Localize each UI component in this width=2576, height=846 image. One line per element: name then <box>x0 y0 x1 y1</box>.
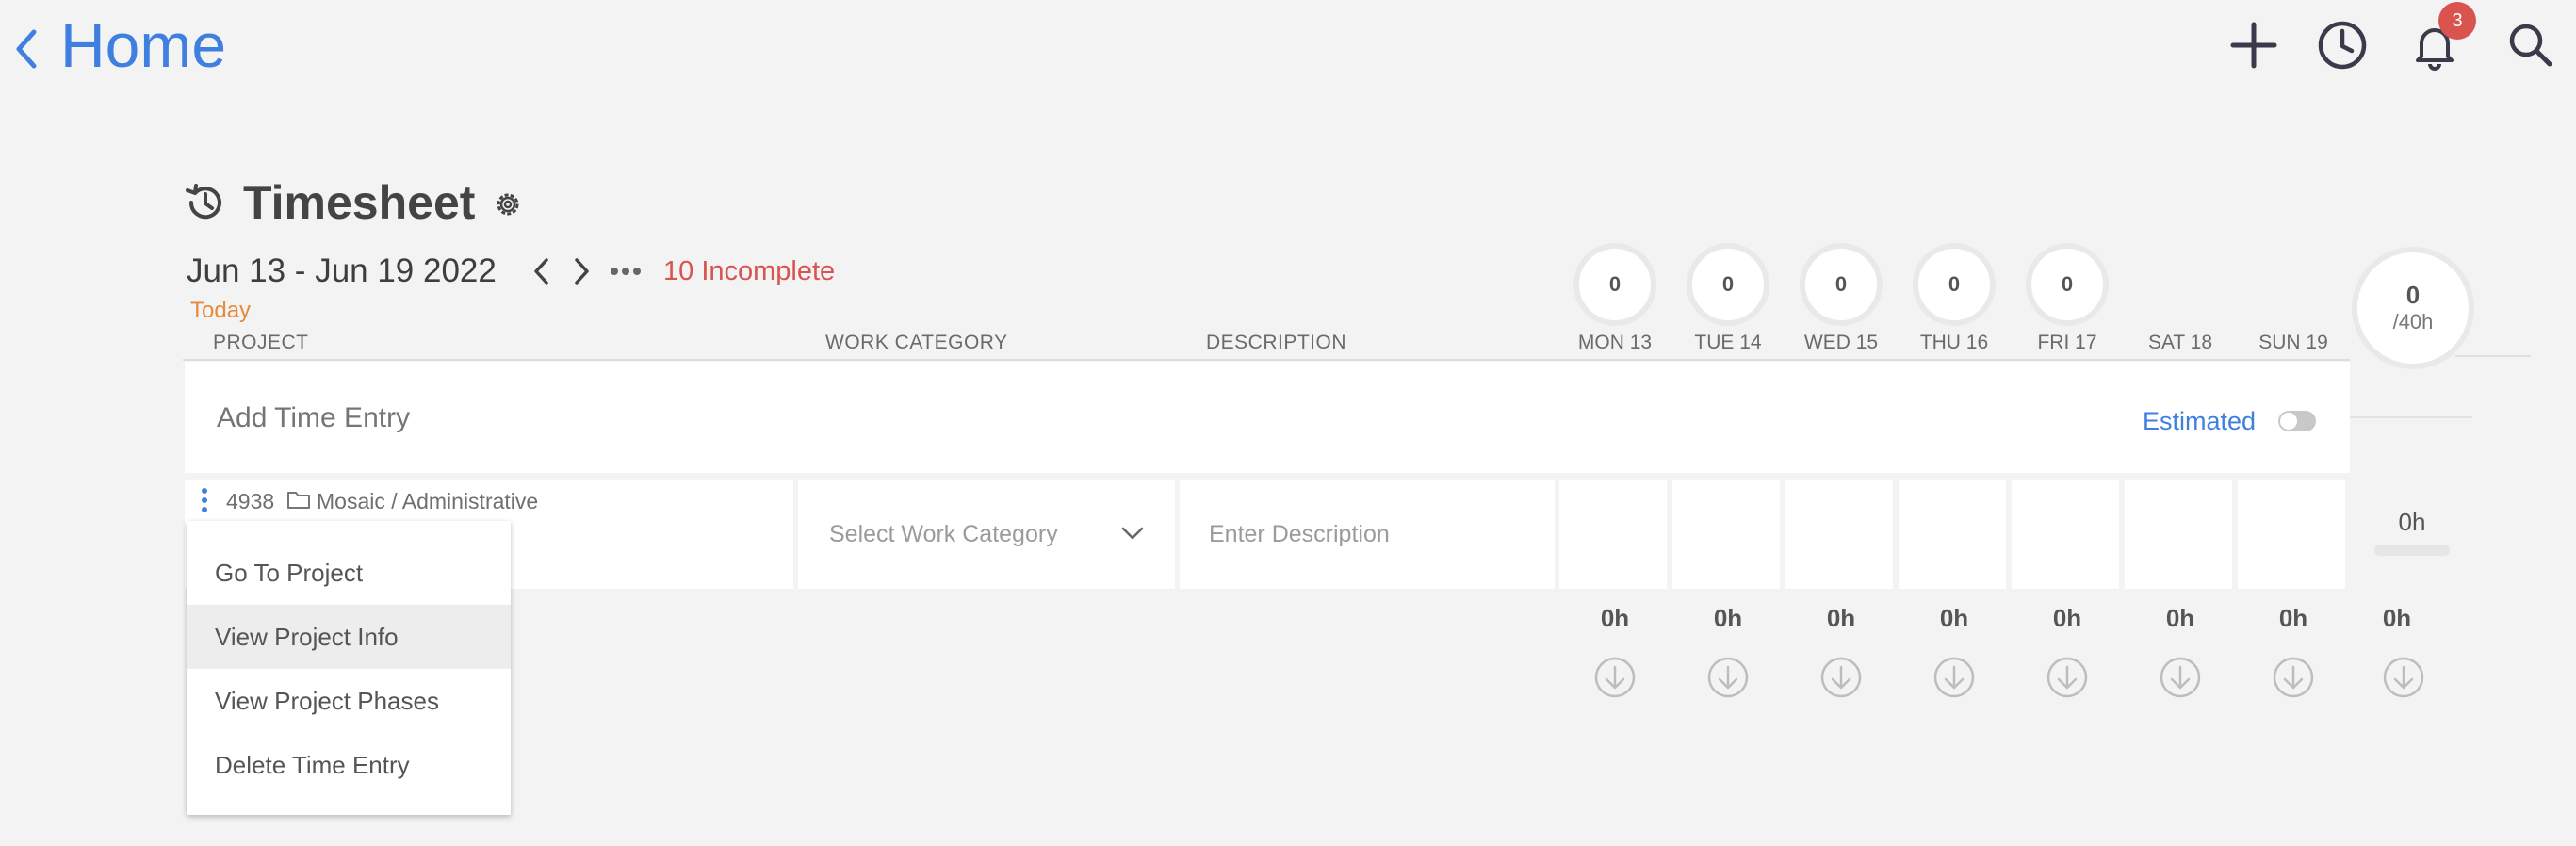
add-time-entry-label[interactable]: Add Time Entry <box>217 401 410 435</box>
estimated-toggle-knob <box>2280 413 2297 430</box>
incomplete-count[interactable]: 10 Incomplete <box>663 252 835 290</box>
project-path[interactable]: Mosaic / Administrative <box>317 488 538 514</box>
header-divider-right <box>2455 355 2531 357</box>
description-input[interactable]: Enter Description <box>1209 520 1390 548</box>
day-total-sat: 0h <box>2165 604 2195 632</box>
menu-item-view-project-info[interactable]: View Project Info <box>187 605 511 669</box>
row-menu-icon[interactable] <box>200 486 209 514</box>
more-options-icon[interactable] <box>607 260 644 283</box>
page-title: Timesheet <box>243 176 476 229</box>
day-hours-circle-wed: 0 <box>1800 243 1883 326</box>
fill-down-arrow-icon[interactable] <box>1593 656 1637 699</box>
day-header-fri: FRI 17 <box>2037 332 2097 353</box>
row-total-hours: 0h <box>2398 508 2426 536</box>
fill-down-arrow-icon[interactable] <box>1932 656 1976 699</box>
day-total-sun: 0h <box>2278 604 2308 632</box>
day-header-mon: MON 13 <box>1577 332 1653 353</box>
notification-badge: 3 <box>2438 2 2476 40</box>
fill-down-arrow-icon[interactable] <box>1819 656 1863 699</box>
fill-down-arrow-icon[interactable] <box>2272 656 2315 699</box>
day-total-mon: 0h <box>1600 604 1630 632</box>
description-column-header: DESCRIPTION <box>1206 332 1347 353</box>
day-hours-circle-tue: 0 <box>1687 243 1769 326</box>
week-total-value: 0 <box>2405 281 2421 309</box>
project-column-header: PROJECT <box>213 332 309 353</box>
work-category-column-header: WORK CATEGORY <box>825 332 1008 353</box>
back-chevron-icon[interactable] <box>8 21 45 77</box>
hours-cell-tue[interactable] <box>1672 480 1780 589</box>
row-total-progress-bar <box>2374 545 2450 556</box>
day-header-sun: SUN 19 <box>2258 332 2328 353</box>
menu-item-view-project-phases[interactable]: View Project Phases <box>187 669 511 733</box>
week-total-circle: 0 /40h <box>2352 247 2474 369</box>
project-number: 4938 <box>226 489 275 513</box>
folder-icon <box>287 492 310 509</box>
day-header-wed: WED 15 <box>1803 332 1879 353</box>
history-icon <box>186 184 221 220</box>
menu-item-delete-time-entry[interactable]: Delete Time Entry <box>187 733 511 797</box>
previous-week-icon[interactable] <box>528 252 556 290</box>
add-time-entry-row[interactable] <box>185 362 2350 473</box>
day-header-thu: THU 16 <box>1919 332 1989 353</box>
date-range: Jun 13 - Jun 19 2022 <box>187 252 497 289</box>
day-header-sat: SAT 18 <box>2147 332 2213 353</box>
week-total-target: /40h <box>2392 310 2434 334</box>
chevron-down-icon[interactable] <box>1119 524 1146 543</box>
day-hours-circle-mon: 0 <box>1573 243 1656 326</box>
plus-icon[interactable] <box>2225 17 2282 73</box>
search-icon[interactable] <box>2503 17 2559 73</box>
hours-cell-fri[interactable] <box>2012 480 2119 589</box>
day-total-wed: 0h <box>1826 604 1856 632</box>
home-back-link[interactable]: Home <box>60 8 226 83</box>
hours-cell-sun[interactable] <box>2238 480 2345 589</box>
menu-item-go-to-project[interactable]: Go To Project <box>187 541 511 605</box>
grand-total-hours: 0h <box>2382 604 2412 632</box>
estimated-label: Estimated <box>2143 407 2257 435</box>
clock-icon[interactable] <box>2314 17 2371 73</box>
work-category-select[interactable]: Select Work Category <box>829 520 1058 548</box>
day-total-tue: 0h <box>1713 604 1743 632</box>
day-hours-circle-thu: 0 <box>1913 243 1996 326</box>
hours-cell-sat[interactable] <box>2125 480 2232 589</box>
fill-down-arrow-icon[interactable] <box>1706 656 1750 699</box>
next-week-icon[interactable] <box>567 252 595 290</box>
header-divider <box>183 359 2350 361</box>
day-hours-circle-fri: 0 <box>2026 243 2109 326</box>
day-header-tue: TUE 14 <box>1694 332 1762 353</box>
today-link[interactable]: Today <box>190 296 251 326</box>
fill-down-arrow-icon[interactable] <box>2159 656 2202 699</box>
day-total-thu: 0h <box>1939 604 1969 632</box>
fill-down-all-arrow-icon[interactable] <box>2382 656 2425 699</box>
gear-icon[interactable] <box>492 188 524 220</box>
hours-cell-thu[interactable] <box>1899 480 2006 589</box>
hours-cell-wed[interactable] <box>1785 480 1893 589</box>
day-total-fri: 0h <box>2052 604 2082 632</box>
hours-cell-mon[interactable] <box>1559 480 1667 589</box>
add-row-divider <box>2350 416 2472 418</box>
fill-down-arrow-icon[interactable] <box>2046 656 2089 699</box>
